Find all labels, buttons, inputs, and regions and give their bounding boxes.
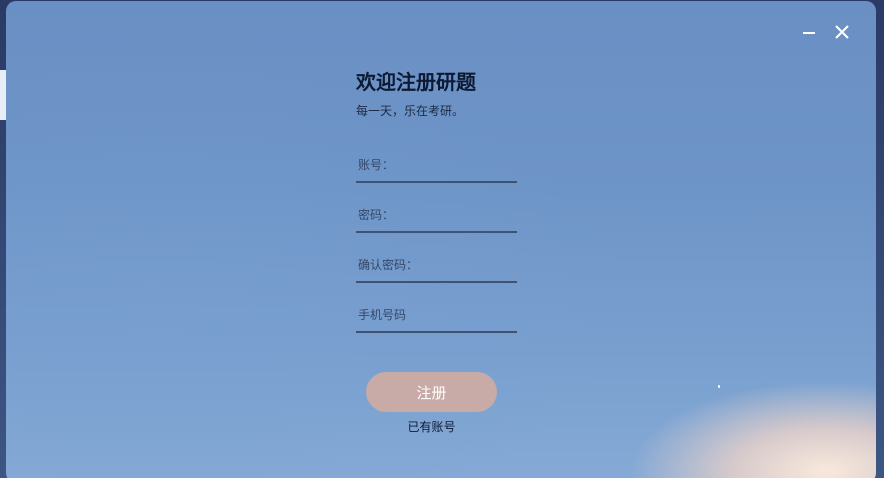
page-subtitle: 每一天，乐在考研。	[356, 104, 465, 118]
register-form: 欢迎注册研题 每一天，乐在考研。 注册 已有账号	[356, 67, 616, 434]
phone-field[interactable]	[356, 299, 517, 333]
close-button[interactable]	[831, 21, 853, 43]
password-input[interactable]	[356, 199, 517, 231]
confirm-password-input[interactable]	[356, 249, 517, 281]
phone-input[interactable]	[356, 299, 517, 331]
minimize-button[interactable]	[798, 21, 820, 43]
page-title: 欢迎注册研题	[356, 70, 476, 94]
background-sparkle	[718, 385, 720, 388]
minimize-icon	[803, 32, 815, 34]
login-link[interactable]: 已有账号	[356, 418, 507, 435]
close-icon	[835, 25, 849, 39]
register-window: 欢迎注册研题 每一天，乐在考研。 注册 已有账号	[6, 1, 876, 478]
confirm-password-field[interactable]	[356, 249, 517, 283]
register-button[interactable]: 注册	[366, 372, 497, 412]
account-field[interactable]	[356, 149, 517, 183]
account-input[interactable]	[356, 149, 517, 181]
password-field[interactable]	[356, 199, 517, 233]
